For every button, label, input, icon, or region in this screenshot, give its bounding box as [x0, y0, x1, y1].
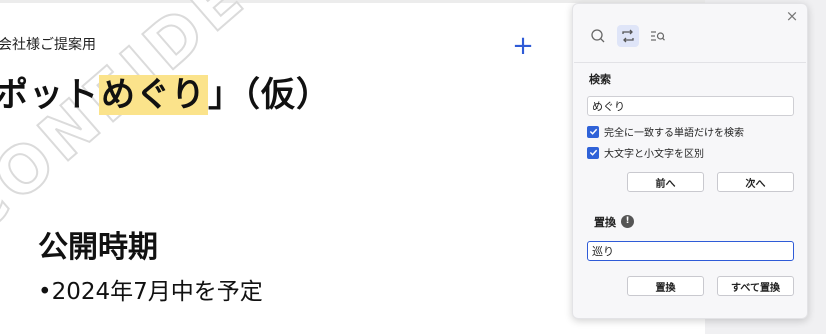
search-icon [591, 29, 605, 43]
checkbox-checked-icon[interactable] [587, 146, 599, 159]
section-heading[interactable]: 公開時期 [38, 222, 158, 266]
slide-subtitle[interactable]: 会社様ご提案用 [0, 34, 96, 54]
checkbox-checked-icon[interactable] [587, 125, 599, 138]
list-search-mode-button[interactable] [647, 25, 669, 47]
replace-input[interactable] [587, 241, 794, 261]
find-in-list-icon [651, 31, 665, 41]
whole-word-label: 完全に一致する単語だけを検索 [604, 128, 744, 139]
close-icon[interactable]: × [784, 8, 800, 24]
next-button[interactable]: 次へ [717, 172, 794, 192]
search-input[interactable] [587, 96, 794, 116]
search-mode-button[interactable] [587, 25, 609, 47]
mode-toolbar [587, 25, 669, 47]
title-prefix: ポット [0, 75, 99, 115]
info-icon[interactable]: ! [621, 215, 634, 228]
add-icon[interactable]: + [511, 33, 535, 59]
replace-button[interactable]: 置換 [627, 276, 704, 296]
title-suffix: 」（仮） [208, 75, 331, 115]
search-match-highlight: めぐり [99, 75, 208, 115]
search-label: 検索 [589, 73, 611, 86]
previous-button[interactable]: 前へ [627, 172, 704, 192]
whole-word-option[interactable]: 完全に一致する単語だけを検索 [587, 124, 744, 139]
replace-all-button[interactable]: すべて置換 [717, 276, 794, 296]
match-case-label: 大文字と小文字を区別 [604, 149, 704, 160]
replace-icon [622, 29, 634, 43]
match-case-option[interactable]: 大文字と小文字を区別 [587, 145, 704, 160]
find-replace-panel: × 検索 完 [572, 3, 808, 319]
bullet-item[interactable]: •2024年7月中を予定 [38, 272, 263, 306]
panel-divider [574, 62, 806, 63]
replace-mode-button[interactable] [617, 25, 639, 47]
slide-title[interactable]: ポットめぐり」（仮） [0, 72, 331, 118]
replace-label: 置換 [594, 216, 616, 229]
